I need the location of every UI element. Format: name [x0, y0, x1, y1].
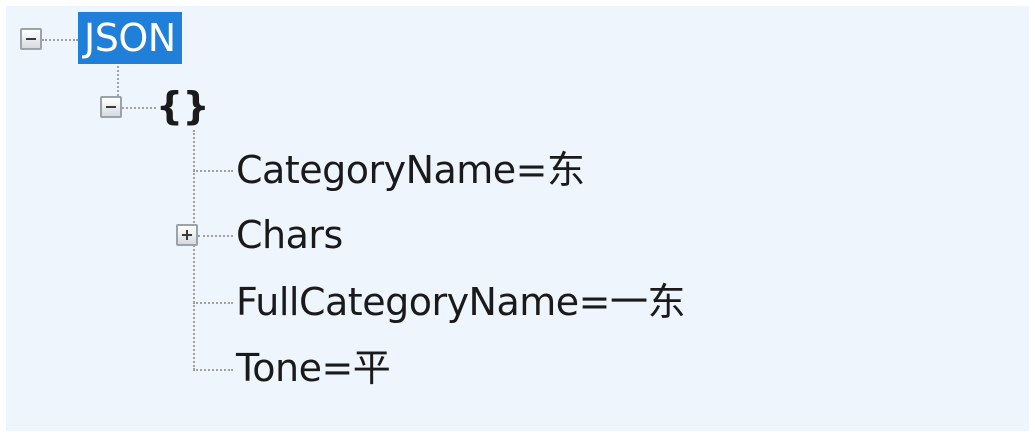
json-tree-view[interactable]: JSON {} CategoryName=东 Chars FullCategor…: [6, 6, 1029, 431]
tree-node-chars[interactable]: Chars: [236, 209, 343, 261]
tree-node-category-name[interactable]: CategoryName=东: [236, 144, 585, 196]
tree-connector-line: [198, 235, 233, 237]
tree-connector-line: [193, 130, 195, 370]
collapse-minus-icon[interactable]: [100, 96, 122, 118]
tree-node-tone[interactable]: Tone=平: [236, 342, 391, 394]
collapse-minus-icon[interactable]: [20, 28, 42, 50]
tree-connector-line: [193, 170, 233, 172]
tree-connector-line: [42, 39, 78, 41]
tree-connector-line: [193, 369, 233, 371]
tree-node-full-category-name[interactable]: FullCategoryName=一东: [236, 276, 686, 328]
tree-connector-line: [122, 107, 156, 109]
expand-plus-icon[interactable]: [176, 224, 198, 246]
tree-node-root[interactable]: JSON: [78, 12, 182, 64]
tree-connector-line: [193, 302, 233, 304]
tree-node-object[interactable]: {}: [156, 80, 210, 132]
